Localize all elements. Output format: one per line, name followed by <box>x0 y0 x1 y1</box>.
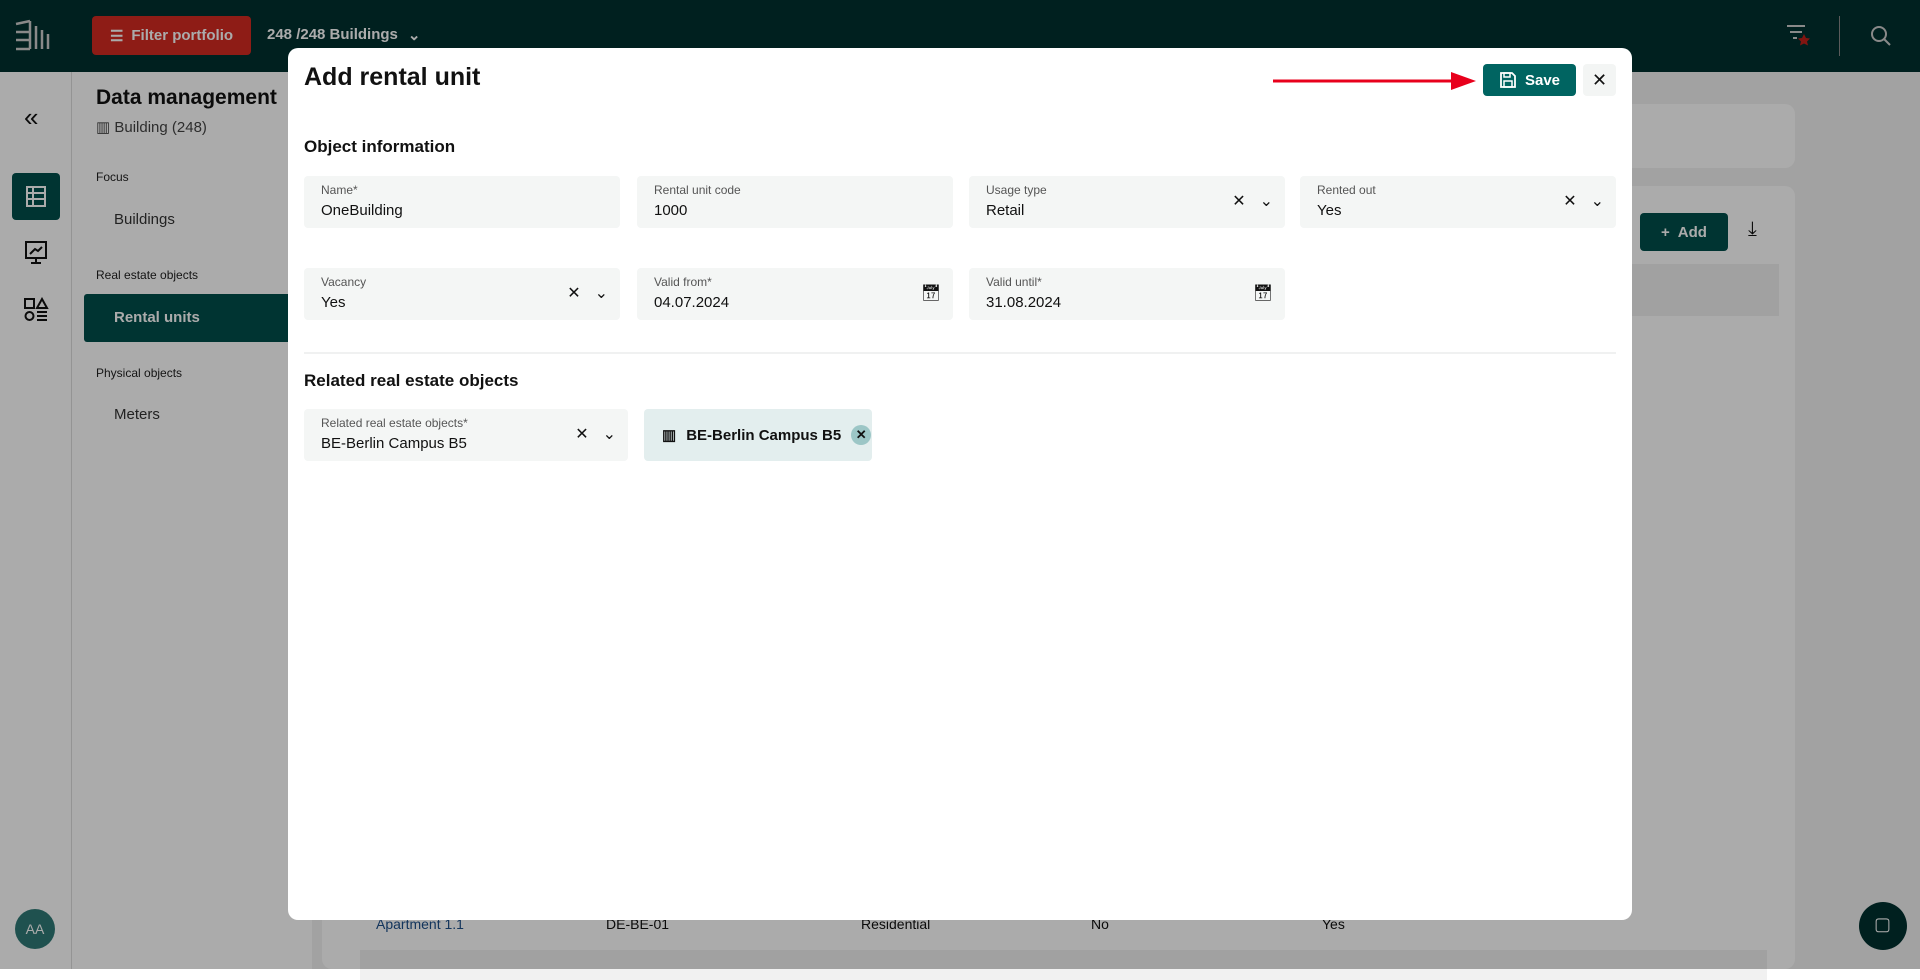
valid-until-field[interactable]: Valid until* 31.08.2024 📅︎ <box>969 268 1285 320</box>
chevron-down-icon[interactable]: ⌄ <box>603 424 616 444</box>
field-value: Yes <box>321 294 346 311</box>
related-object-chip: ▥ BE-Berlin Campus B5 ✕ <box>644 409 872 461</box>
clear-icon[interactable]: ✕ <box>1232 191 1245 211</box>
field-value: 1000 <box>654 202 688 219</box>
field-value: Retail <box>986 202 1025 219</box>
building-icon: ▥ <box>662 427 677 444</box>
related-objects-select[interactable]: Related real estate objects* BE-Berlin Ca… <box>304 409 628 461</box>
clear-icon[interactable]: ✕ <box>575 424 588 444</box>
field-value: Yes <box>1317 202 1342 219</box>
clear-icon[interactable]: ✕ <box>567 283 580 303</box>
section-related-objects: Related real estate objects <box>304 371 519 390</box>
vacancy-select[interactable]: Vacancy Yes ✕ ⌄ <box>304 268 620 320</box>
field-value: OneBuilding <box>321 202 403 219</box>
chip-label: BE-Berlin Campus B5 <box>686 426 842 444</box>
close-button[interactable]: ✕ <box>1583 64 1616 96</box>
dialog-title: Add rental unit <box>304 63 481 91</box>
close-icon: ✕ <box>1591 69 1608 90</box>
field-label: Related real estate objects* <box>321 416 468 430</box>
chevron-down-icon[interactable]: ⌄ <box>1591 191 1604 211</box>
chevron-down-icon[interactable]: ⌄ <box>1260 191 1273 211</box>
field-label: Rental unit code <box>654 183 741 197</box>
clear-icon[interactable]: ✕ <box>1563 191 1576 211</box>
field-label: Rented out <box>1317 183 1376 197</box>
section-divider <box>304 352 1616 354</box>
field-label: Usage type <box>986 183 1047 197</box>
add-rental-unit-dialog: Add rental unit Save ✕ Object informatio… <box>288 48 1632 920</box>
field-value: 04.07.2024 <box>654 294 730 311</box>
field-label: Name* <box>321 183 358 197</box>
calendar-icon[interactable]: 📅︎ <box>921 283 941 303</box>
save-label: Save <box>1524 71 1561 89</box>
field-label: Vacancy <box>321 275 367 289</box>
field-label: Valid from* <box>654 275 712 289</box>
rented-out-select[interactable]: Rented out Yes ✕ ⌄ <box>1300 176 1616 228</box>
name-field[interactable]: Name* OneBuilding <box>304 176 620 228</box>
save-icon <box>1500 72 1516 88</box>
field-label: Valid until* <box>986 275 1042 289</box>
rental-unit-code-field[interactable]: Rental unit code 1000 <box>637 176 953 228</box>
field-value: 31.08.2024 <box>986 294 1062 311</box>
annotation-arrow <box>1273 72 1476 90</box>
valid-from-field[interactable]: Valid from* 04.07.2024 📅︎ <box>637 268 953 320</box>
field-value: BE-Berlin Campus B5 <box>321 435 467 452</box>
save-button[interactable]: Save <box>1483 64 1576 96</box>
section-object-information: Object information <box>304 137 456 156</box>
usage-type-select[interactable]: Usage type Retail ✕ ⌄ <box>969 176 1285 228</box>
calendar-icon[interactable]: 📅︎ <box>1253 283 1273 303</box>
remove-chip-icon[interactable]: ✕ <box>851 425 872 445</box>
chevron-down-icon[interactable]: ⌄ <box>595 283 608 303</box>
